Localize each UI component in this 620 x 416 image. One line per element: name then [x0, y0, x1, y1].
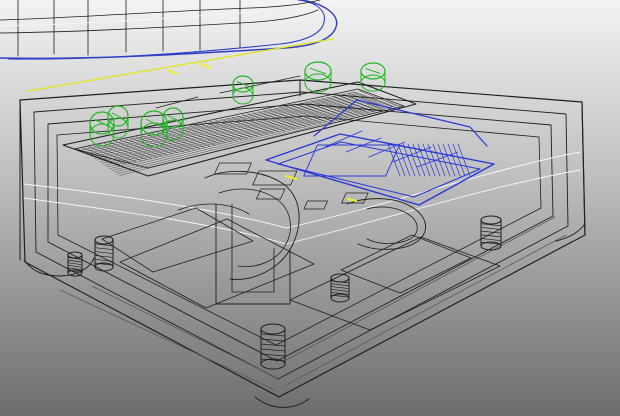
wireframe-scene[interactable] [0, 0, 620, 416]
viewport-background [0, 0, 620, 416]
cad-viewport[interactable] [0, 0, 620, 416]
